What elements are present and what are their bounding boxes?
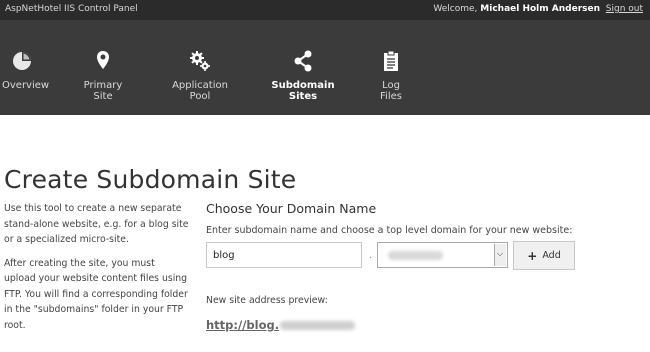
page-title: Create Subdomain Site	[4, 164, 297, 194]
redacted-domain	[388, 251, 443, 260]
domain-separator: .	[369, 250, 373, 261]
subdomain-input[interactable]	[206, 242, 362, 268]
add-button[interactable]: + Add	[513, 241, 575, 270]
select-dropdown-button[interactable]: ⌵	[494, 244, 506, 266]
nav-item-primary-site[interactable]: Primary Site	[74, 50, 132, 102]
plus-icon: +	[527, 248, 538, 263]
section-title: Choose Your Domain Name	[206, 201, 377, 216]
form-instructions: Enter subdomain name and choose a top le…	[206, 225, 573, 236]
add-button-label: Add	[542, 250, 561, 261]
nav-label-overview: Overview	[2, 80, 50, 91]
nav-item-overview[interactable]: Overview	[2, 50, 49, 91]
clipboard-icon	[384, 50, 398, 71]
domain-select[interactable]: ⌵	[377, 242, 508, 268]
nav-label-subdomain-sites: Subdomain Sites	[271, 80, 335, 102]
preview-url-link[interactable]: http://blog.	[206, 318, 356, 332]
nav-label-log-files: Log Files	[380, 80, 402, 102]
intro-paragraph-1: Use this tool to create a new separate s…	[4, 203, 189, 245]
active-tab-indicator	[292, 126, 312, 136]
user-name: Michael Holm Andersen	[480, 4, 600, 14]
preview-url-prefix: http://blog.	[206, 318, 280, 332]
map-pin-icon	[97, 51, 109, 69]
redacted-preview-domain	[280, 321, 356, 330]
gears-icon	[190, 51, 210, 71]
share-icon	[294, 50, 312, 72]
nav-label-application-pool: Application Pool	[172, 80, 228, 102]
nav-item-log-files[interactable]: Log Files	[370, 50, 412, 102]
welcome-text: Welcome, Michael Holm Andersen	[433, 4, 600, 14]
top-bar: AspNetHotel IIS Control Panel Welcome, M…	[0, 0, 650, 20]
nav-item-application-pool[interactable]: Application Pool	[163, 50, 237, 102]
main-nav: Overview Primary Site Application Pool S…	[0, 20, 650, 136]
intro-text: Use this tool to create a new separate s…	[4, 201, 189, 341]
nav-item-subdomain-sites[interactable]: Subdomain Sites	[266, 50, 340, 102]
app-title: AspNetHotel IIS Control Panel	[5, 4, 138, 14]
pie-chart-icon	[13, 52, 31, 70]
chevron-down-icon: ⌵	[497, 249, 504, 258]
nav-label-primary-site: Primary Site	[83, 80, 123, 102]
preview-label: New site address preview:	[206, 295, 328, 306]
sign-out-link[interactable]: Sign out	[606, 4, 643, 14]
welcome-prefix: Welcome,	[433, 4, 481, 14]
intro-paragraph-2: After creating the site, you must upload…	[4, 257, 188, 331]
